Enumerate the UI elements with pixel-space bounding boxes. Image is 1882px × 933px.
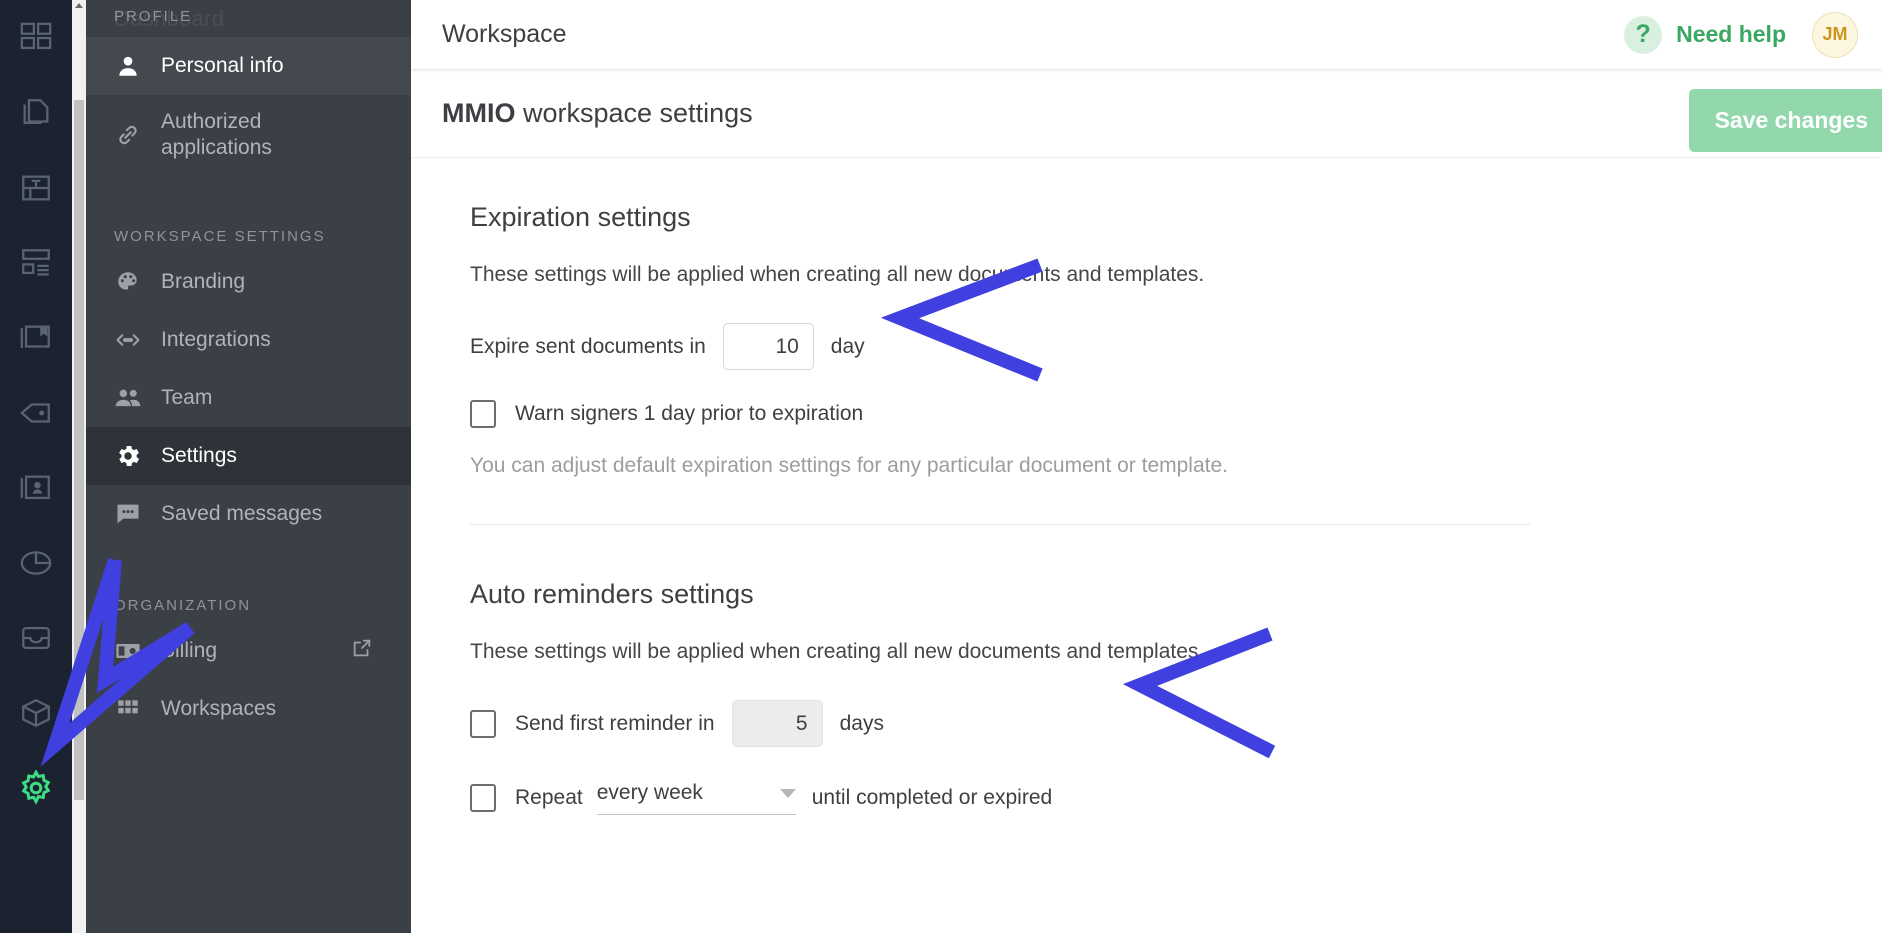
templates-icon[interactable] [0, 150, 72, 225]
people-icon [114, 384, 142, 412]
main-panel: Workspace ? Need help JM MMIO workspace … [411, 0, 1882, 933]
contacts-icon[interactable] [0, 450, 72, 525]
auto-reminders-title: Auto reminders settings [470, 579, 754, 609]
expiration-settings-title: Expiration settings [470, 202, 691, 232]
need-help-button[interactable]: ? Need help [1624, 15, 1786, 54]
sidebar-item-label: Personal info [161, 54, 284, 78]
settings-gear-icon[interactable] [0, 750, 72, 825]
workspace-settings-suffix: workspace settings [515, 97, 753, 128]
first-reminder-days-input[interactable] [731, 700, 823, 747]
tag-icon[interactable] [0, 375, 72, 450]
repeat-reminder-checkbox[interactable] [470, 784, 496, 812]
expire-days-input[interactable] [722, 323, 814, 370]
reports-pie-icon[interactable] [0, 525, 72, 600]
sidebar-item-workspaces[interactable]: Workspaces [86, 680, 411, 738]
nav-section-organization: ORGANIZATION [114, 597, 252, 615]
warn-signers-row[interactable]: Warn signers 1 day prior to expiration [470, 400, 1882, 428]
link-icon [114, 121, 142, 149]
expiration-hint: You can adjust default expiration settin… [470, 454, 1228, 477]
sidebar-item-saved-messages[interactable]: Saved messages [86, 485, 411, 543]
sidebar-item-branding[interactable]: Branding [86, 253, 411, 311]
auto-reminders-description: These settings will be applied when crea… [470, 640, 1205, 663]
sidebar-item-label: Saved messages [161, 502, 323, 526]
chat-dots-icon [114, 500, 142, 528]
auto-reminders-section: Auto reminders settings These settings w… [470, 579, 1882, 815]
code-arrows-icon [114, 326, 142, 354]
app-root: Dashboard PROFILE Personal info Authoriz… [0, 0, 1882, 933]
expire-documents-row: Expire sent documents in day [470, 323, 1882, 370]
expiration-settings-description: These settings will be applied when crea… [470, 263, 1205, 286]
sidebar-item-label: Branding [161, 270, 246, 294]
nav-scrollbar[interactable] [72, 0, 86, 933]
sub-header-bar: MMIO workspace settings Save changes [411, 69, 1882, 158]
sidebar-item-settings[interactable]: Settings [86, 427, 411, 486]
save-changes-button[interactable]: Save changes [1688, 89, 1882, 152]
page-title: Workspace [442, 20, 567, 48]
top-bar: Workspace ? Need help JM [411, 0, 1882, 69]
scroll-up-arrow-icon[interactable] [75, 3, 83, 8]
repeat-label: Repeat [515, 786, 583, 809]
dashboard-grid-icon[interactable] [0, 0, 72, 75]
need-help-label: Need help [1676, 21, 1786, 47]
repeat-suffix-label: until completed or expired [811, 786, 1053, 809]
sidebar-item-authorized-applications[interactable]: Authorized applications [86, 95, 411, 174]
send-first-reminder-label: Send first reminder in [515, 711, 715, 735]
external-link-icon [351, 637, 373, 665]
sidebar-item-label: Authorized applications [161, 110, 272, 159]
scrollbar-thumb[interactable] [74, 100, 84, 800]
box-icon[interactable] [0, 675, 72, 750]
sidebar-item-integrations[interactable]: Integrations [86, 311, 411, 369]
repeat-interval-value: every week [596, 781, 703, 804]
sidebar-item-personal-info[interactable]: Personal info [86, 37, 411, 95]
send-first-reminder-checkbox[interactable] [470, 709, 496, 738]
palette-icon [114, 268, 142, 296]
sidebar-item-label: Team [161, 386, 213, 410]
sidebar-item-label: Integrations [161, 328, 271, 352]
library-icon[interactable] [0, 300, 72, 375]
documents-icon[interactable] [0, 75, 72, 150]
gear-icon [114, 442, 142, 470]
sidebar-item-team[interactable]: Team [86, 369, 411, 427]
billing-card-icon [114, 637, 142, 665]
person-icon [114, 52, 142, 80]
workspace-name: MMIO [442, 97, 516, 128]
avatar[interactable]: JM [1812, 11, 1858, 58]
repeat-interval-select[interactable]: every week [596, 781, 796, 815]
expire-unit-label: day [830, 334, 865, 358]
question-mark-icon: ? [1624, 15, 1663, 54]
warn-signers-checkbox[interactable] [470, 400, 496, 428]
sidebar-item-label: Settings [161, 444, 237, 468]
inbox-icon[interactable] [0, 600, 72, 675]
sidebar-item-label: Workspaces [161, 697, 277, 721]
expire-documents-label: Expire sent documents in [470, 334, 706, 358]
sidebar-item-billing[interactable]: Billing [86, 622, 411, 680]
warn-signers-label: Warn signers 1 day prior to expiration [515, 402, 864, 425]
settings-sidebar: Dashboard PROFILE Personal info Authoriz… [86, 0, 411, 933]
nav-section-workspace-settings: WORKSPACE SETTINGS [114, 228, 326, 246]
chevron-down-icon [779, 788, 796, 798]
send-first-reminder-row: Send first reminder in days [470, 700, 1882, 747]
section-divider [470, 524, 1530, 525]
forms-icon[interactable] [0, 225, 72, 300]
sidebar-item-label: Billing [161, 639, 218, 663]
repeat-reminder-row: Repeat every week until completed or exp… [470, 781, 1882, 815]
first-reminder-unit-label: days [839, 711, 884, 735]
grid-dots-icon [114, 695, 142, 723]
settings-content: Expiration settings These settings will … [411, 158, 1882, 933]
icon-rail [0, 0, 72, 933]
nav-section-profile: PROFILE [114, 8, 193, 25]
workspace-settings-heading: MMIO workspace settings [442, 98, 753, 129]
